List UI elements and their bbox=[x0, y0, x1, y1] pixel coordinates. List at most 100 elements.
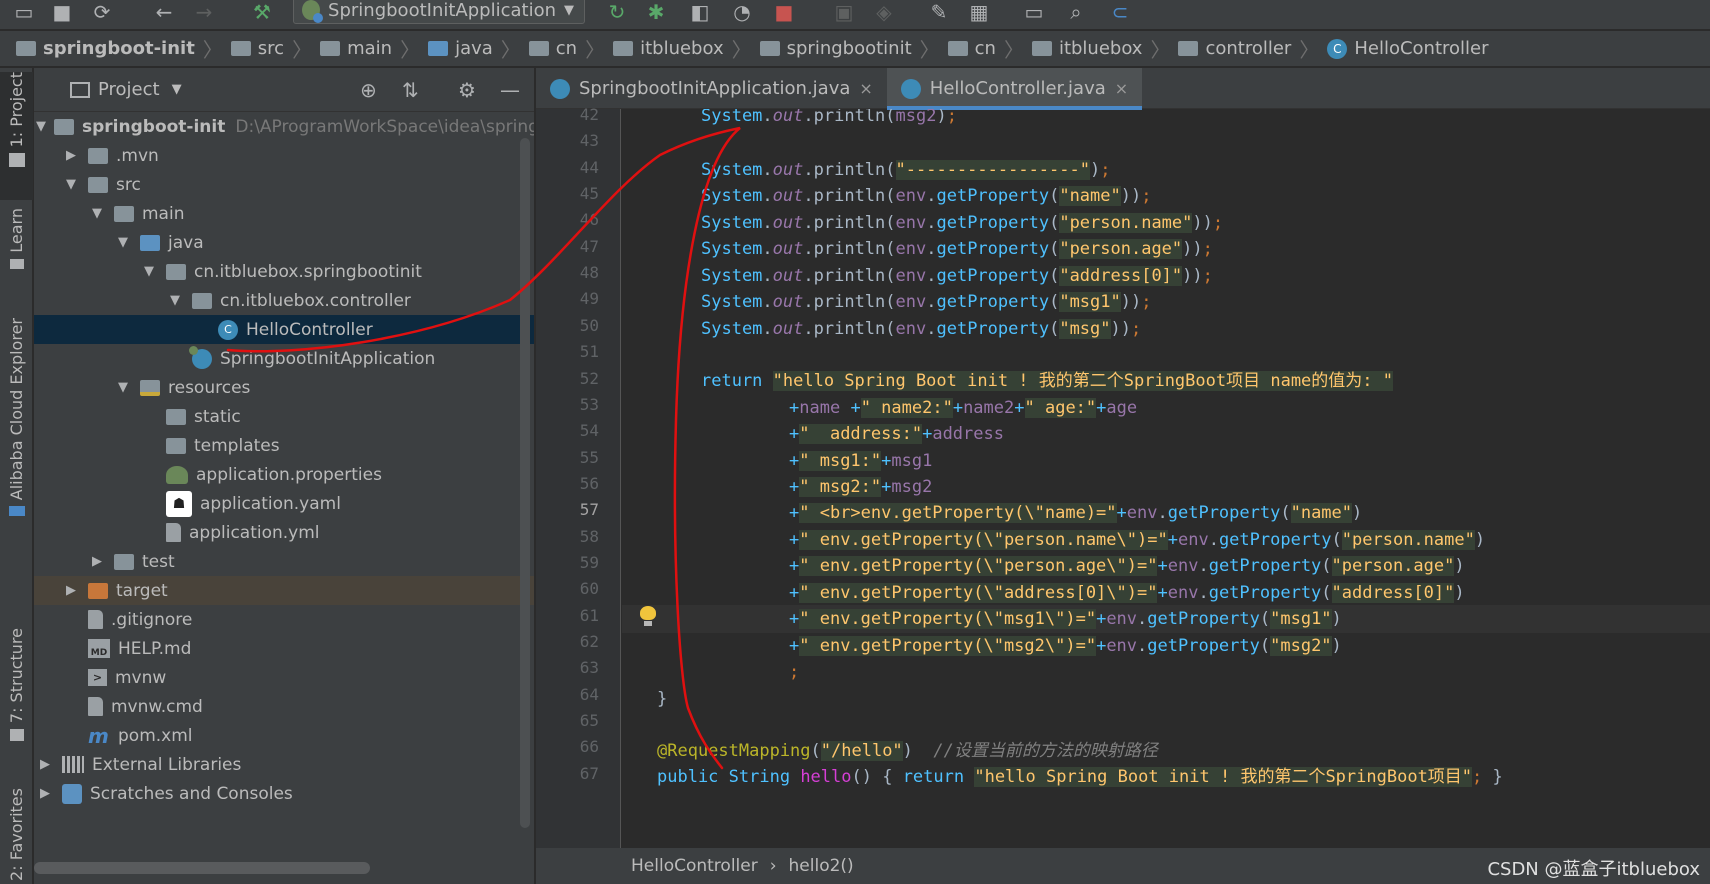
locate-target-icon[interactable]: ⊕ bbox=[360, 78, 377, 102]
code-line-52: return "hello Spring Boot init ! 我的第二个Sp… bbox=[701, 371, 1393, 391]
collapsed-arrow-icon[interactable]: ▶ bbox=[62, 583, 80, 598]
crumb-java[interactable]: java bbox=[428, 38, 493, 59]
tree-node-static[interactable]: static bbox=[34, 402, 534, 431]
line-number: 65 bbox=[579, 711, 599, 731]
expanded-arrow-icon[interactable]: ▼ bbox=[114, 235, 132, 250]
line-number: 55 bbox=[579, 447, 599, 467]
rerun-icon[interactable]: ↻ bbox=[603, 0, 631, 24]
crumb-main[interactable]: main bbox=[320, 38, 392, 59]
run-configuration-select[interactable]: SpringbootInitApplication ▼ bbox=[293, 0, 585, 24]
tree-node-springbootinitapplication[interactable]: SpringbootInitApplication bbox=[34, 344, 534, 373]
tree-node-application-yml[interactable]: application.yml bbox=[34, 518, 534, 547]
collapsed-arrow-icon[interactable]: ▶ bbox=[88, 554, 106, 569]
tree-node-scratches[interactable]: ▶ Scratches and Consoles bbox=[34, 779, 534, 808]
tab-hellocontroller[interactable]: HelloController.java × bbox=[886, 68, 1143, 110]
close-icon[interactable]: × bbox=[1115, 79, 1128, 98]
expanded-arrow-icon[interactable]: ▼ bbox=[88, 206, 106, 221]
profile-icon[interactable]: ◔ bbox=[728, 0, 756, 24]
wrench-icon[interactable]: ✎ bbox=[925, 0, 953, 24]
search-icon[interactable]: ⌕ bbox=[1062, 0, 1090, 24]
resources-folder-icon bbox=[140, 379, 160, 396]
back-icon[interactable]: ← bbox=[150, 0, 178, 24]
tree-node-hellocontroller[interactable]: C HelloController bbox=[34, 315, 534, 344]
coverage-icon[interactable]: ◧ bbox=[686, 0, 714, 24]
deploy-icon[interactable]: ▣ bbox=[830, 0, 858, 24]
crumb-separator: 〉 bbox=[919, 38, 940, 62]
tool-tab-structure[interactable]: 7: Structure bbox=[0, 628, 33, 758]
crumb-springbootinit[interactable]: springbootinit bbox=[759, 38, 912, 59]
horizontal-scrollbar[interactable] bbox=[34, 862, 370, 874]
tree-node-package-springbootinit[interactable]: ▼ cn.itbluebox.springbootinit bbox=[34, 257, 534, 286]
crumb-project[interactable]: springboot-init bbox=[16, 38, 195, 59]
crumb-src[interactable]: src bbox=[230, 38, 284, 59]
gear-icon[interactable]: ⚙ bbox=[458, 78, 476, 102]
sync-icon[interactable]: ⟳ bbox=[88, 0, 116, 24]
project-panel-title[interactable]: Project bbox=[98, 79, 160, 100]
stop-icon[interactable]: ■ bbox=[770, 0, 798, 24]
line-number: 60 bbox=[579, 579, 599, 599]
tree-node-gitignore[interactable]: .gitignore bbox=[34, 605, 534, 634]
expanded-arrow-icon[interactable]: ▼ bbox=[140, 264, 158, 279]
line-number: 42 bbox=[579, 105, 599, 124]
collab-icon[interactable]: ⊂ bbox=[1106, 0, 1134, 24]
close-icon[interactable]: × bbox=[859, 79, 872, 98]
tree-node-pom-xml[interactable]: m pom.xml bbox=[34, 721, 534, 750]
breadcrumb-class[interactable]: HelloController bbox=[631, 856, 758, 876]
tool-tab-alibaba-cloud-explorer[interactable]: Alibaba Cloud Explorer bbox=[0, 318, 33, 608]
minimize-icon[interactable]: — bbox=[500, 78, 520, 102]
left-tool-window-strip: 1: Project Learn Alibaba Cloud Explorer … bbox=[0, 68, 33, 884]
tree-node-help-md[interactable]: MD HELP.md bbox=[34, 634, 534, 663]
expanded-arrow-icon[interactable]: ▼ bbox=[36, 119, 46, 134]
vertical-scrollbar[interactable] bbox=[520, 138, 530, 828]
line-number: 63 bbox=[579, 658, 599, 678]
folder-open-icon[interactable]: ▭ bbox=[10, 0, 38, 24]
tool-tab-project[interactable]: 1: Project bbox=[0, 72, 33, 200]
expanded-arrow-icon[interactable]: ▼ bbox=[166, 293, 184, 308]
crumb-controller[interactable]: controller bbox=[1178, 38, 1291, 59]
expanded-arrow-icon[interactable]: ▼ bbox=[62, 177, 80, 192]
tree-node-resources[interactable]: ▼ resources bbox=[34, 373, 534, 402]
crumb-itbluebox-2[interactable]: itbluebox bbox=[1031, 38, 1142, 59]
tree-node-test[interactable]: ▶ test bbox=[34, 547, 534, 576]
expanded-arrow-icon[interactable]: ▼ bbox=[114, 380, 132, 395]
tree-node-templates[interactable]: templates bbox=[34, 431, 534, 460]
collapsed-arrow-icon[interactable]: ▶ bbox=[36, 786, 54, 801]
tree-node-package-controller[interactable]: ▼ cn.itbluebox.controller bbox=[34, 286, 534, 315]
crumb-itbluebox[interactable]: itbluebox bbox=[613, 38, 724, 59]
tree-node-root[interactable]: ▼ springboot-init D:\AProgramWorkSpace\id… bbox=[34, 112, 534, 141]
forward-icon[interactable]: → bbox=[190, 0, 218, 24]
build-hammer-icon[interactable]: ⚒ bbox=[248, 0, 276, 24]
folder-icon bbox=[88, 176, 108, 193]
folder-icon bbox=[114, 553, 134, 570]
project-structure-icon[interactable]: ▦ bbox=[965, 0, 993, 24]
terminal-icon[interactable]: ▭ bbox=[1020, 0, 1048, 24]
tree-node-mvnw-cmd[interactable]: mvnw.cmd bbox=[34, 692, 534, 721]
tree-node-application-yaml[interactable]: ☗ application.yaml bbox=[34, 489, 534, 518]
crumb-cn[interactable]: cn bbox=[528, 38, 577, 59]
tab-springbootinitapplication[interactable]: SpringbootInitApplication.java × bbox=[536, 68, 887, 109]
save-icon[interactable]: ■ bbox=[48, 0, 76, 24]
code-area[interactable]: System.out.println(msg2); System.out.pri… bbox=[621, 109, 1710, 849]
collapsed-arrow-icon[interactable]: ▶ bbox=[62, 148, 80, 163]
breadcrumb-separator: › bbox=[769, 856, 777, 876]
tree-node-external-libraries[interactable]: ▶ External Libraries bbox=[34, 750, 534, 779]
crumb-cn-2[interactable]: cn bbox=[947, 38, 996, 59]
class-icon: C bbox=[1327, 38, 1348, 59]
debug-bug-icon[interactable]: ✱ bbox=[642, 0, 670, 24]
tree-node-mvnw[interactable]: > mvnw bbox=[34, 663, 534, 692]
breadcrumb-method[interactable]: hello2() bbox=[789, 856, 854, 876]
tree-node-target[interactable]: ▶ target bbox=[34, 576, 534, 605]
tool-tab-learn[interactable]: Learn bbox=[0, 208, 33, 298]
library-icon bbox=[62, 756, 84, 773]
tree-node-application-properties[interactable]: application.properties bbox=[34, 460, 534, 489]
tool-tab-favorites[interactable]: 2: Favorites ★ bbox=[0, 788, 33, 884]
package-icon[interactable]: ◈ bbox=[870, 0, 898, 24]
tree-node-main[interactable]: ▼ main bbox=[34, 199, 534, 228]
tree-node-java[interactable]: ▼ java bbox=[34, 228, 534, 257]
chevron-down-icon[interactable]: ▼ bbox=[172, 82, 182, 97]
tree-node-src[interactable]: ▼ src bbox=[34, 170, 534, 199]
collapse-all-icon[interactable]: ⇅ bbox=[402, 78, 419, 102]
crumb-hellocontroller[interactable]: C HelloController bbox=[1327, 38, 1489, 59]
collapsed-arrow-icon[interactable]: ▶ bbox=[36, 757, 54, 772]
tree-node-mvn[interactable]: ▶ .mvn bbox=[34, 141, 534, 170]
